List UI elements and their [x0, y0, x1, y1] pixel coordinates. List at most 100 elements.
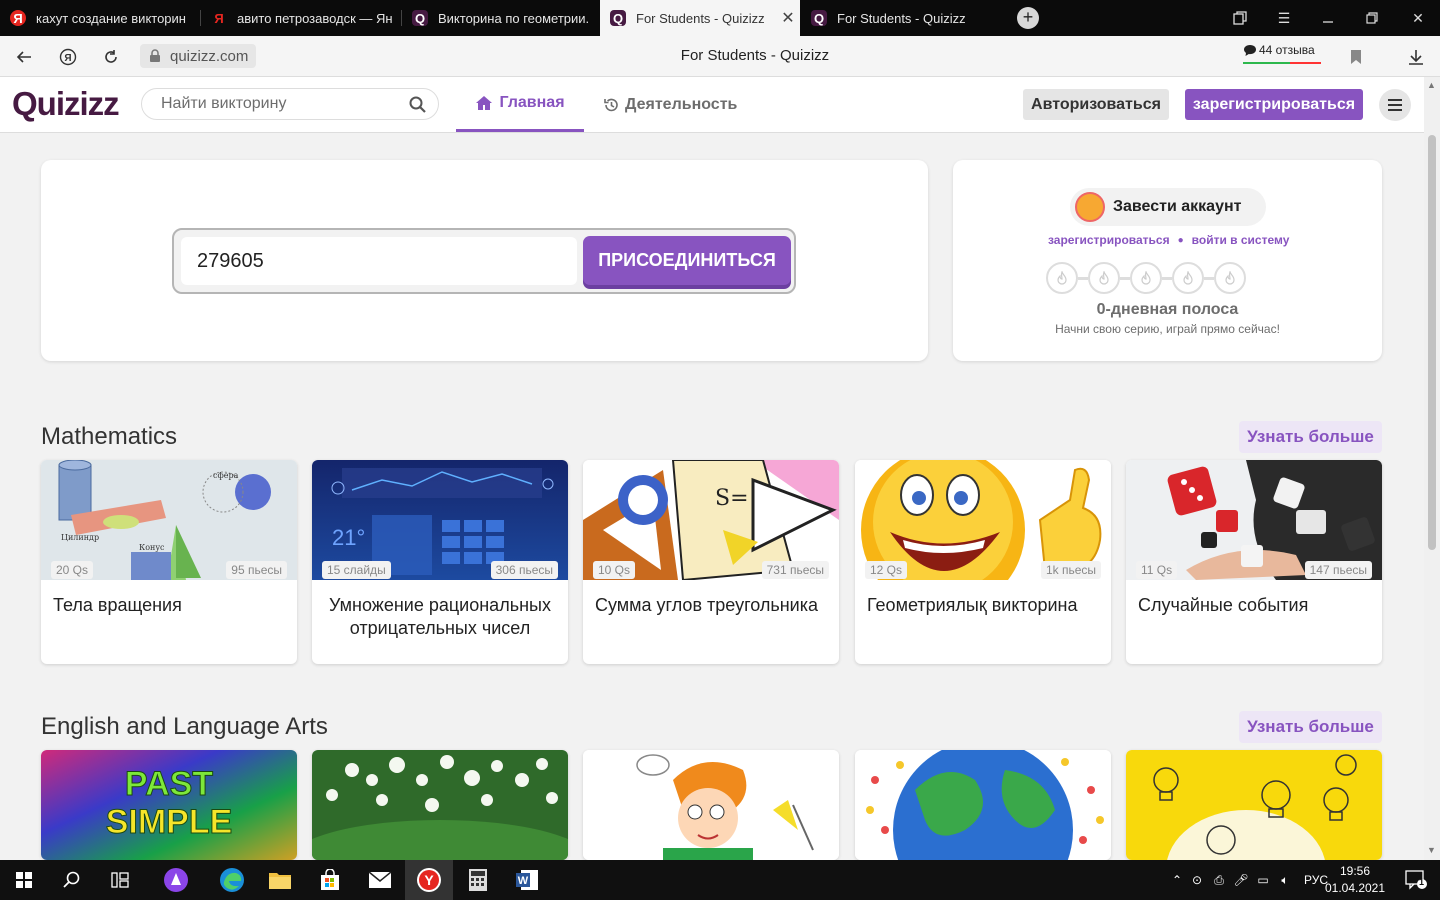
browser-tab[interactable]: Q For Students - Quizizz — [801, 0, 999, 36]
quiz-title: Тела вращения — [53, 595, 182, 615]
tabs-overview-icon[interactable] — [1218, 0, 1262, 36]
hamburger-menu-button[interactable] — [1379, 89, 1411, 121]
flame-icon — [1088, 262, 1120, 294]
quiz-card[interactable] — [855, 750, 1111, 860]
edge-browser-icon[interactable] — [208, 860, 256, 900]
tab-title: For Students - Quizizz — [837, 10, 966, 26]
learn-more-button[interactable]: Узнать больше — [1239, 711, 1382, 743]
signup-button[interactable]: зарегистрироваться — [1185, 89, 1363, 120]
nav-home-label: Главная — [499, 94, 565, 111]
svg-text:Конус: Конус — [139, 543, 165, 552]
page-scrollbar[interactable]: ▲ ▼ — [1424, 77, 1440, 860]
quiz-card[interactable]: PAST SIMPLE — [41, 750, 297, 860]
create-account-button[interactable]: Завести аккаунт — [1070, 188, 1266, 226]
notifications-button[interactable]: 1 — [1392, 860, 1440, 900]
address-bar: Я quizizz.com For Students - Quizizz 44 … — [0, 36, 1440, 77]
new-tab-button[interactable]: + — [1017, 7, 1039, 29]
mail-icon[interactable] — [356, 860, 404, 900]
plays-count-badge: 95 пьесы — [226, 561, 287, 579]
browser-tab[interactable]: Я авито петрозаводск — Ян — [201, 0, 401, 36]
svg-text:21°: 21° — [332, 525, 365, 550]
menu-icon — [1388, 99, 1402, 111]
network-icon[interactable]: ▭ — [1252, 873, 1274, 887]
streak-connector — [1078, 276, 1088, 280]
search-icon[interactable] — [409, 96, 426, 113]
browser-menu-icon[interactable]: ☰ — [1262, 0, 1306, 36]
volume-icon[interactable]: 🔈︎ — [1274, 873, 1296, 888]
quiz-card[interactable]: 11 Qs 147 пьесы Случайные события — [1126, 460, 1382, 664]
streak-title: 0-дневная полоса — [1096, 301, 1239, 318]
nav-activity[interactable]: Деятельность — [603, 77, 737, 132]
minimize-icon[interactable] — [1306, 0, 1350, 36]
flame-icon — [1046, 262, 1078, 294]
history-icon — [604, 98, 618, 111]
restore-icon[interactable] — [1350, 0, 1394, 36]
separator-dot: ● — [1177, 234, 1184, 246]
microphone-icon[interactable]: 🎤︎ — [1230, 873, 1252, 887]
quiz-card[interactable]: S= 10 Qs 731 пьесы Сумма углов треугольн… — [583, 460, 839, 664]
streak-connector — [1162, 276, 1172, 280]
browser-tab[interactable]: Q Викторина по геометрии. — [402, 0, 600, 36]
file-explorer-icon[interactable] — [256, 860, 304, 900]
reviews-badge[interactable]: 44 отзыва — [1243, 43, 1321, 64]
slide-count-badge: 15 слайды — [322, 561, 391, 579]
scroll-down-arrow[interactable]: ▼ — [1427, 845, 1436, 855]
chevron-up-icon[interactable]: ⌃ — [1168, 873, 1186, 887]
windows-logo-icon — [16, 872, 32, 888]
quiz-thumbnail-globe — [855, 750, 1111, 860]
comment-icon — [1244, 44, 1256, 56]
clock-date: 01.04.2021 — [1324, 881, 1386, 895]
close-tab-icon[interactable]: ✕ — [776, 8, 800, 28]
question-count-badge: 10 Qs — [593, 561, 636, 579]
scroll-up-arrow[interactable]: ▲ — [1427, 80, 1436, 90]
game-code-input[interactable] — [181, 237, 577, 285]
word-icon[interactable]: W — [503, 860, 551, 900]
quiz-card[interactable]: Цилиндр Конус сфера 20 Qs 95 пьесы Тела … — [41, 460, 297, 664]
browser-tab-active[interactable]: Q For Students - Quizizz ✕ — [600, 0, 800, 36]
login-button[interactable]: Авторизоваться — [1023, 89, 1169, 120]
quiz-card[interactable] — [312, 750, 568, 860]
create-account-label: Завести аккаунт — [1113, 198, 1242, 215]
learn-more-button[interactable]: Узнать больше — [1239, 421, 1382, 453]
calculator-icon[interactable] — [454, 860, 502, 900]
quiz-thumbnail-lightbulbs — [1126, 750, 1382, 860]
quiz-title: Умножение рациональных отрицательных чис… — [329, 595, 551, 638]
signup-link[interactable]: зарегистрироваться — [1048, 233, 1170, 247]
quiz-card[interactable] — [1126, 750, 1382, 860]
search-placeholder: Найти викторину — [161, 95, 287, 112]
nav-home[interactable]: Главная — [456, 77, 584, 132]
search-input[interactable]: Найти викторину — [141, 88, 439, 120]
search-icon[interactable] — [48, 860, 96, 900]
streak-connector — [1204, 276, 1214, 280]
quiz-thumbnail-boy — [583, 750, 839, 860]
close-window-icon[interactable]: ✕ — [1396, 0, 1440, 36]
download-icon[interactable] — [1404, 45, 1428, 69]
join-form: ПРИСОЕДИНИТЬСЯ — [172, 228, 796, 294]
usb-icon[interactable]: ⎙ — [1208, 873, 1230, 888]
svg-text:S=: S= — [715, 486, 749, 511]
store-icon[interactable] — [306, 860, 354, 900]
quiz-card[interactable]: 21° 15 слайды 306 пьесы Умножение рацион… — [312, 460, 568, 664]
avatar-icon — [1075, 192, 1105, 222]
quiz-card[interactable]: 12 Qs 1k пьесы Геометриялық викторина — [855, 460, 1111, 664]
alice-assistant-icon[interactable] — [152, 860, 200, 900]
browser-tab[interactable]: Я кахут создание викторин — [0, 0, 200, 36]
yandex-browser-icon[interactable]: Y — [405, 860, 453, 900]
account-links: зарегистрироваться ● войти в систему — [1048, 233, 1289, 247]
quizizz-icon: Q — [811, 10, 827, 26]
signin-link[interactable]: войти в систему — [1192, 233, 1290, 247]
start-button[interactable] — [0, 860, 48, 900]
task-view-icon[interactable] — [96, 860, 144, 900]
quizizz-logo[interactable]: Quizizz — [12, 85, 120, 123]
join-button[interactable]: ПРИСОЕДИНИТЬСЯ — [583, 236, 791, 285]
scroll-thumb[interactable] — [1428, 135, 1436, 550]
clock[interactable]: 19:56 01.04.2021 — [1318, 863, 1392, 897]
reviews-count: 44 отзыва — [1259, 43, 1315, 57]
plays-count-badge: 1k пьесы — [1040, 561, 1101, 579]
section-title-mathematics: Mathematics — [41, 423, 178, 450]
bookmark-icon[interactable] — [1344, 45, 1368, 69]
sync-icon[interactable]: ⊙ — [1186, 873, 1208, 887]
quiz-card[interactable] — [583, 750, 839, 860]
quiz-thumbnail-past-simple: PAST SIMPLE — [41, 750, 297, 860]
home-icon — [476, 96, 493, 110]
